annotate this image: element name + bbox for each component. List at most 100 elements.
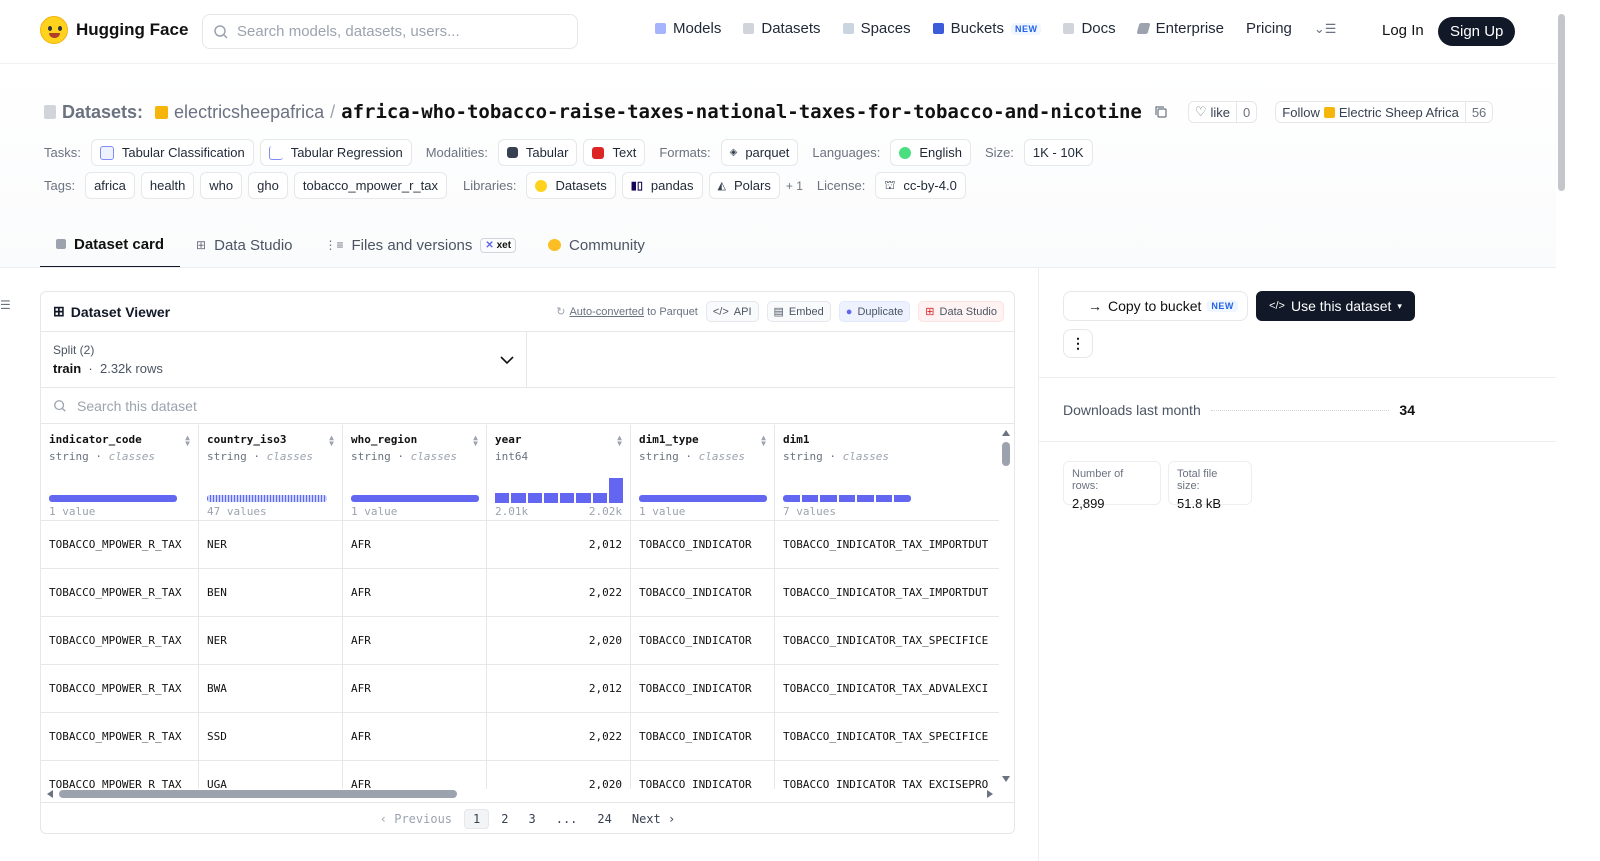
year-histogram[interactable] — [495, 477, 623, 503]
scroll-left-icon[interactable] — [47, 790, 53, 798]
page-scroll-thumb[interactable] — [1558, 14, 1565, 191]
library-tag[interactable]: ▮▯ pandas — [621, 172, 703, 199]
scroll-thumb[interactable] — [1002, 442, 1010, 466]
table-cell[interactable]: TOBACCO_MPOWER_R_TAX — [41, 521, 199, 568]
data-studio-button[interactable]: ⊞ Data Studio — [918, 301, 1004, 322]
histogram-bin[interactable] — [608, 478, 623, 503]
modality-tag[interactable]: Text — [583, 139, 646, 166]
column-header[interactable]: country_iso3 string · classes ▲ ▼ 47 valu… — [199, 425, 343, 520]
column-header[interactable]: indicator_code string · classes ▲ ▼ 1 val… — [41, 425, 199, 520]
size-tag[interactable]: 1K - 10K — [1023, 139, 1093, 166]
library-tag[interactable]: Datasets — [526, 172, 616, 199]
table-cell[interactable]: BEN — [199, 569, 343, 616]
scroll-right-icon[interactable] — [987, 790, 993, 798]
table-cell[interactable]: TOBACCO_MPOWER_R_TAX — [41, 617, 199, 664]
follow-button[interactable]: Follow Electric Sheep Africa 56 — [1275, 101, 1494, 123]
tab-community[interactable]: Community — [532, 222, 661, 268]
nav-datasets[interactable]: Datasets — [743, 20, 821, 37]
table-cell[interactable]: TOBACCO_INDICATOR — [631, 569, 775, 616]
nav-spaces[interactable]: Spaces — [842, 20, 911, 37]
table-cell[interactable]: UGA — [199, 761, 343, 789]
table-cell[interactable]: 2,022 — [487, 569, 631, 616]
modality-tag[interactable]: Tabular — [497, 139, 578, 166]
table-cell[interactable]: TOBACCO_INDICATOR_TAX_ADVALEXCI — [775, 665, 999, 712]
dim1-histogram[interactable] — [783, 495, 912, 502]
table-cell[interactable]: TOBACCO_MPOWER_R_TAX — [41, 569, 199, 616]
page-scrollbar[interactable] — [1556, 0, 1568, 861]
horizontal-scrollbar[interactable] — [45, 789, 995, 799]
libraries-more[interactable]: + 1 — [786, 179, 803, 193]
histogram-bin[interactable] — [820, 495, 837, 502]
brand-logo[interactable]: Hugging Face — [40, 16, 188, 44]
sort-icon[interactable]: ▲ ▼ — [617, 434, 622, 448]
histogram-bin[interactable] — [495, 493, 510, 503]
signup-button[interactable]: Sign Up — [1438, 17, 1516, 46]
repo-name[interactable]: africa-who-tobacco-raise-taxes-national-… — [341, 101, 1142, 123]
histogram-bin[interactable] — [576, 493, 591, 503]
api-button[interactable]: </> API — [705, 301, 759, 322]
table-cell[interactable]: TOBACCO_INDICATOR — [631, 617, 775, 664]
table-cell[interactable]: AFR — [343, 761, 487, 789]
table-cell[interactable]: TOBACCO_INDICATOR — [631, 665, 775, 712]
tag-chip[interactable]: tobacco_mpower_r_tax — [293, 172, 447, 199]
nav-enterprise[interactable]: Enterprise — [1136, 20, 1224, 37]
table-cell[interactable]: TOBACCO_MPOWER_R_TAX — [41, 761, 199, 789]
scroll-down-icon[interactable] — [1002, 776, 1010, 782]
histogram-bar[interactable] — [49, 495, 177, 502]
page-button[interactable]: 24 — [589, 810, 619, 828]
next-page-button[interactable]: Next › — [624, 810, 683, 828]
histogram-bin[interactable] — [838, 495, 856, 502]
table-cell[interactable]: AFR — [343, 665, 487, 712]
nav-models[interactable]: Models — [655, 20, 721, 37]
table-cell[interactable]: TOBACCO_INDICATOR — [631, 521, 775, 568]
tag-chip[interactable]: gho — [248, 172, 288, 199]
sort-icon[interactable]: ▲ ▼ — [185, 434, 190, 448]
login-link[interactable]: Log In — [1382, 22, 1424, 39]
dataset-search[interactable]: Search this dataset — [41, 388, 1014, 424]
table-cell[interactable]: 2,012 — [487, 665, 631, 712]
license-tag[interactable]: ⛫ cc-by-4.0 — [875, 172, 966, 199]
copy-icon[interactable] — [1154, 105, 1168, 119]
table-row[interactable]: TOBACCO_MPOWER_R_TAX SSD AFR 2,022 TOBACCO_I… — [41, 713, 999, 761]
duplicate-button[interactable]: ● Duplicate — [838, 301, 911, 322]
table-row[interactable]: TOBACCO_MPOWER_R_TAX UGA AFR 2,020 TOBACCO_I… — [41, 761, 999, 789]
table-cell[interactable]: TOBACCO_INDICATOR_TAX_IMPORTDUT — [775, 569, 999, 616]
tab-files[interactable]: ⋮≡ Files and versions ✕ xet — [309, 222, 533, 268]
column-header[interactable]: dim1 string · classes 7 values — [775, 425, 999, 520]
table-cell[interactable]: AFR — [343, 617, 487, 664]
histogram-bin[interactable] — [543, 493, 558, 503]
split-dropdown[interactable]: Split (2) train · 2.32k rows — [41, 332, 527, 388]
tag-chip[interactable]: africa — [85, 172, 135, 199]
column-header[interactable]: dim1_type string · classes ▲ ▼ 1 value — [631, 425, 775, 520]
tab-dataset-card[interactable]: Dataset card — [40, 222, 181, 268]
table-cell[interactable]: 2,020 — [487, 617, 631, 664]
table-cell[interactable]: TOBACCO_INDICATOR_TAX_SPECIFICE — [775, 617, 999, 664]
task-tag[interactable]: Tabular Regression — [259, 139, 412, 166]
vertical-scrollbar[interactable] — [1001, 428, 1011, 784]
table-cell[interactable]: 2,022 — [487, 713, 631, 760]
page-button[interactable]: 1 — [464, 808, 490, 829]
histogram-bar[interactable] — [351, 495, 479, 502]
table-row[interactable]: TOBACCO_MPOWER_R_TAX NER AFR 2,020 TOBACCO_I… — [41, 617, 999, 665]
table-cell[interactable]: AFR — [343, 569, 487, 616]
histogram-bin[interactable] — [875, 495, 893, 502]
sort-icon[interactable]: ▲ ▼ — [473, 434, 478, 448]
column-header[interactable]: who_region string · classes ▲ ▼ 1 value — [343, 425, 487, 520]
nav-buckets[interactable]: Buckets NEW — [932, 20, 1042, 37]
histogram-bin[interactable] — [527, 493, 542, 503]
global-search[interactable] — [202, 14, 578, 49]
table-cell[interactable]: NER — [199, 521, 343, 568]
tab-data-studio[interactable]: ⊞ Data Studio — [180, 222, 308, 268]
table-row[interactable]: TOBACCO_MPOWER_R_TAX BEN AFR 2,022 TOBACCO_I… — [41, 569, 999, 617]
histogram-bar[interactable] — [639, 495, 767, 502]
task-tag[interactable]: Tabular Classification — [90, 139, 254, 166]
repo-type-label[interactable]: Datasets: — [62, 102, 143, 123]
histogram-bin[interactable] — [511, 493, 526, 503]
table-cell[interactable]: TOBACCO_INDICATOR_TAX_EXCISEPRO — [775, 761, 999, 789]
histogram-bin[interactable] — [857, 495, 874, 502]
nav-docs[interactable]: Docs — [1063, 20, 1116, 37]
table-cell[interactable]: AFR — [343, 713, 487, 760]
page-button[interactable]: 2 — [493, 810, 516, 828]
embed-button[interactable]: ▤ Embed — [766, 301, 831, 322]
histogram-bin[interactable] — [592, 493, 607, 503]
